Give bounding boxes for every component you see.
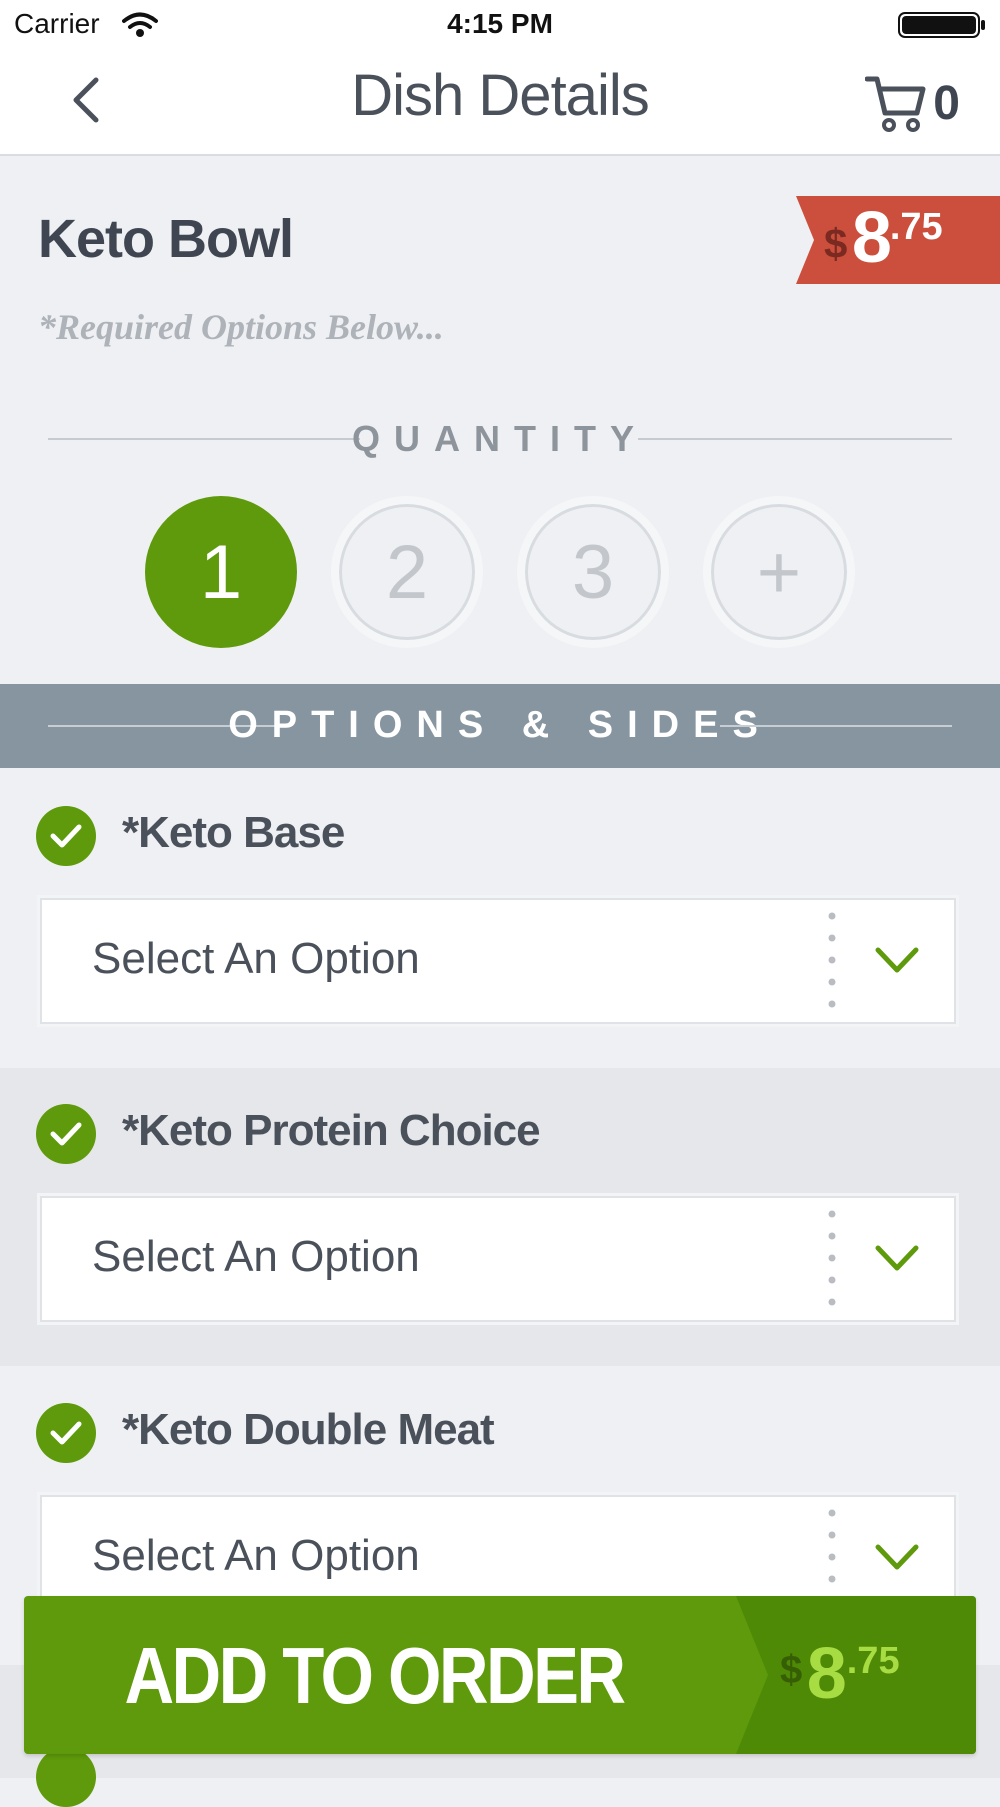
add-price-fraction: .75 [846, 1640, 900, 1682]
check-icon [36, 806, 96, 866]
dotted-divider [828, 1509, 836, 1605]
price-tag: $ 8.75 [796, 196, 1000, 284]
check-icon [36, 1104, 96, 1164]
battery-icon [898, 12, 986, 38]
option-select-keto-base[interactable]: Select An Option [40, 898, 956, 1024]
quantity-heading: QUANTITY [48, 410, 952, 470]
add-price-currency: $ [780, 1648, 803, 1692]
select-value: Select An Option [92, 934, 420, 983]
dotted-divider [828, 912, 836, 1008]
divider [638, 438, 952, 440]
option-select-keto-protein[interactable]: Select An Option [40, 1196, 956, 1322]
add-button-price: $ 8.75 [780, 1638, 900, 1710]
chevron-down-icon [875, 947, 919, 973]
page-title: Dish Details [351, 63, 649, 128]
divider [720, 725, 952, 727]
select-value: Select An Option [92, 1232, 420, 1281]
price-whole: 8 [851, 198, 892, 278]
select-value: Select An Option [92, 1531, 420, 1580]
option-group-label: *Keto Base [122, 808, 345, 857]
chevron-down-icon [875, 1544, 919, 1570]
quantity-option-2[interactable]: 2 [331, 496, 483, 648]
option-group-keto-base: *Keto Base Select An Option [0, 770, 1000, 1068]
status-bar: Carrier 4:15 PM [0, 0, 1000, 52]
quantity-option-more[interactable]: + [703, 496, 855, 648]
price-fraction: .75 [889, 206, 943, 248]
cart-icon [865, 76, 926, 132]
dotted-divider [828, 1210, 836, 1306]
nav-bar: Dish Details 0 [0, 52, 1000, 156]
dish-name: Keto Bowl [38, 209, 294, 269]
chevron-down-icon [875, 1245, 919, 1271]
price-currency: $ [824, 220, 848, 267]
options-sides-header: OPTIONS & SIDES [0, 684, 1000, 768]
add-to-order-label: ADD TO ORDER [124, 1631, 626, 1720]
add-price-whole: 8 [806, 1634, 847, 1714]
check-icon [36, 1747, 96, 1807]
required-options-note: *Required Options Below... [38, 307, 444, 347]
quantity-option-1[interactable]: 1 [145, 496, 297, 648]
cart-count: 0 [933, 76, 960, 130]
option-group-keto-protein: *Keto Protein Choice Select An Option [0, 1068, 1000, 1366]
option-group-label: *Keto Protein Choice [122, 1106, 541, 1155]
status-time: 4:15 PM [447, 8, 553, 39]
cart-button[interactable]: 0 [865, 70, 960, 136]
option-group-label: *Keto Double Meat [122, 1405, 495, 1454]
add-to-order-button[interactable]: ADD TO ORDER $ 8.75 [24, 1596, 976, 1754]
check-icon [36, 1403, 96, 1463]
quantity-option-3[interactable]: 3 [517, 496, 669, 648]
